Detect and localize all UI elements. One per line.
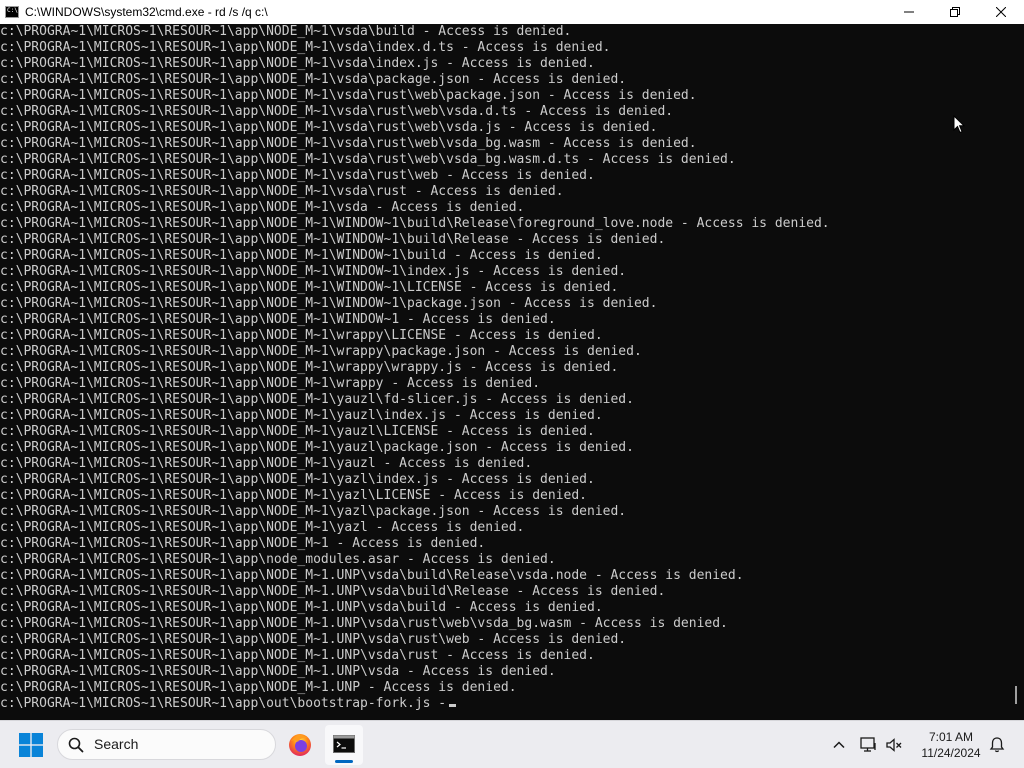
console-line: c:\PROGRA~1\MICROS~1\RESOUR~1\app\NODE_M…: [0, 360, 619, 375]
console-line: c:\PROGRA~1\MICROS~1\RESOUR~1\app\NODE_M…: [0, 392, 634, 407]
console-line: c:\PROGRA~1\MICROS~1\RESOUR~1\app\NODE_M…: [0, 264, 627, 279]
taskbar: Search 7:01 AM 11/24/2024: [0, 720, 1024, 768]
minimize-button[interactable]: [886, 0, 932, 24]
restore-icon: [950, 7, 960, 17]
console-line: c:\PROGRA~1\MICROS~1\RESOUR~1\app\NODE_M…: [0, 184, 564, 199]
console-line: c:\PROGRA~1\MICROS~1\RESOUR~1\app\NODE_M…: [0, 40, 611, 55]
console-current-text: c:\PROGRA~1\MICROS~1\RESOUR~1\app\out\bo…: [0, 696, 447, 711]
console-line: c:\PROGRA~1\MICROS~1\RESOUR~1\app\NODE_M…: [0, 248, 603, 263]
clock-time: 7:01 AM: [928, 730, 974, 744]
search-icon: [68, 737, 84, 753]
console-line: c:\PROGRA~1\MICROS~1\RESOUR~1\app\NODE_M…: [0, 296, 658, 311]
console-line: c:\PROGRA~1\MICROS~1\RESOUR~1\app\NODE_M…: [0, 584, 666, 599]
console-line: c:\PROGRA~1\MICROS~1\RESOUR~1\app\NODE_M…: [0, 56, 595, 71]
console-line: c:\PROGRA~1\MICROS~1\RESOUR~1\app\NODE_M…: [0, 568, 744, 583]
console-line: c:\PROGRA~1\MICROS~1\RESOUR~1\app\NODE_M…: [0, 680, 517, 695]
volume-muted-icon[interactable]: [884, 735, 904, 755]
console-scrollbar-thumb[interactable]: [1015, 686, 1017, 704]
console-line: c:\PROGRA~1\MICROS~1\RESOUR~1\app\NODE_M…: [0, 664, 556, 679]
console-line: c:\PROGRA~1\MICROS~1\RESOUR~1\app\NODE_M…: [0, 216, 830, 231]
taskbar-app-command-prompt[interactable]: [325, 725, 363, 765]
console-line: c:\PROGRA~1\MICROS~1\RESOUR~1\app\NODE_M…: [0, 408, 603, 423]
console-line: c:\PROGRA~1\MICROS~1\RESOUR~1\app\NODE_M…: [0, 376, 541, 391]
taskbar-clock[interactable]: 7:01 AM 11/24/2024: [910, 729, 992, 761]
console-line: c:\PROGRA~1\MICROS~1\RESOUR~1\app\NODE_M…: [0, 488, 587, 503]
console-line: c:\PROGRA~1\MICROS~1\RESOUR~1\app\NODE_M…: [0, 24, 572, 39]
minimize-icon: [904, 11, 914, 13]
console-line: c:\PROGRA~1\MICROS~1\RESOUR~1\app\NODE_M…: [0, 600, 603, 615]
terminal-icon: [333, 735, 355, 753]
console-line: c:\PROGRA~1\MICROS~1\RESOUR~1\app\NODE_M…: [0, 472, 595, 487]
console-line: c:\PROGRA~1\MICROS~1\RESOUR~1\app\NODE_M…: [0, 520, 525, 535]
taskbar-search-box[interactable]: Search: [57, 729, 276, 760]
console-line: c:\PROGRA~1\MICROS~1\RESOUR~1\app\NODE_M…: [0, 200, 525, 215]
console-line: c:\PROGRA~1\MICROS~1\RESOUR~1\app\NODE_M…: [0, 280, 619, 295]
console-line: c:\PROGRA~1\MICROS~1\RESOUR~1\app\NODE_M…: [0, 616, 728, 631]
console-line: c:\PROGRA~1\MICROS~1\RESOUR~1\app\node_m…: [0, 552, 556, 567]
console-line: c:\PROGRA~1\MICROS~1\RESOUR~1\app\NODE_M…: [0, 344, 642, 359]
window-title: C:\WINDOWS\system32\cmd.exe - rd /s /q c…: [25, 5, 268, 19]
close-icon: [996, 7, 1006, 17]
console-line: c:\PROGRA~1\MICROS~1\RESOUR~1\app\NODE_M…: [0, 152, 736, 167]
chevron-up-icon[interactable]: [829, 735, 849, 755]
window-controls: [886, 0, 1024, 24]
clock-date: 11/24/2024: [921, 746, 981, 760]
window-title-bar[interactable]: C:\WINDOWS\system32\cmd.exe - rd /s /q c…: [0, 0, 1024, 24]
console-line: c:\PROGRA~1\MICROS~1\RESOUR~1\app\NODE_M…: [0, 104, 674, 119]
console-line: c:\PROGRA~1\MICROS~1\RESOUR~1\app\NODE_M…: [0, 648, 595, 663]
console-line: c:\PROGRA~1\MICROS~1\RESOUR~1\app\NODE_M…: [0, 136, 697, 151]
console-line: c:\PROGRA~1\MICROS~1\RESOUR~1\app\NODE_M…: [0, 632, 627, 647]
console-line: c:\PROGRA~1\MICROS~1\RESOUR~1\app\NODE_M…: [0, 312, 556, 327]
maximize-button[interactable]: [932, 0, 978, 24]
console-line: c:\PROGRA~1\MICROS~1\RESOUR~1\app\NODE_M…: [0, 504, 627, 519]
console-line: c:\PROGRA~1\MICROS~1\RESOUR~1\app\NODE_M…: [0, 88, 697, 103]
windows-start-icon[interactable]: [19, 733, 43, 757]
notification-bell-icon[interactable]: [987, 735, 1007, 755]
console-output[interactable]: c:\PROGRA~1\MICROS~1\RESOUR~1\app\NODE_M…: [0, 24, 1012, 724]
console-line: c:\PROGRA~1\MICROS~1\RESOUR~1\app\NODE_M…: [0, 440, 634, 455]
active-app-indicator: [335, 760, 353, 763]
console-line: c:\PROGRA~1\MICROS~1\RESOUR~1\app\NODE_M…: [0, 536, 486, 551]
network-icon[interactable]: [859, 735, 879, 755]
console-line: c:\PROGRA~1\MICROS~1\RESOUR~1\app\NODE_M…: [0, 232, 666, 247]
console-line: c:\PROGRA~1\MICROS~1\RESOUR~1\app\NODE_M…: [0, 120, 658, 135]
taskbar-app-firefox[interactable]: [281, 725, 319, 765]
firefox-icon: [289, 734, 311, 756]
console-line: c:\PROGRA~1\MICROS~1\RESOUR~1\app\NODE_M…: [0, 72, 627, 87]
console-line: c:\PROGRA~1\MICROS~1\RESOUR~1\app\NODE_M…: [0, 424, 595, 439]
console-line: c:\PROGRA~1\MICROS~1\RESOUR~1\app\NODE_M…: [0, 168, 595, 183]
console-line: c:\PROGRA~1\MICROS~1\RESOUR~1\app\NODE_M…: [0, 456, 533, 471]
close-button[interactable]: [978, 0, 1024, 24]
cmd-app-icon[interactable]: [5, 6, 19, 18]
text-cursor: [449, 704, 457, 707]
search-label: Search: [94, 736, 139, 752]
mouse-pointer-icon: [953, 115, 965, 134]
console-current-line: c:\PROGRA~1\MICROS~1\RESOUR~1\app\out\bo…: [0, 696, 457, 712]
console-line: c:\PROGRA~1\MICROS~1\RESOUR~1\app\NODE_M…: [0, 328, 603, 343]
